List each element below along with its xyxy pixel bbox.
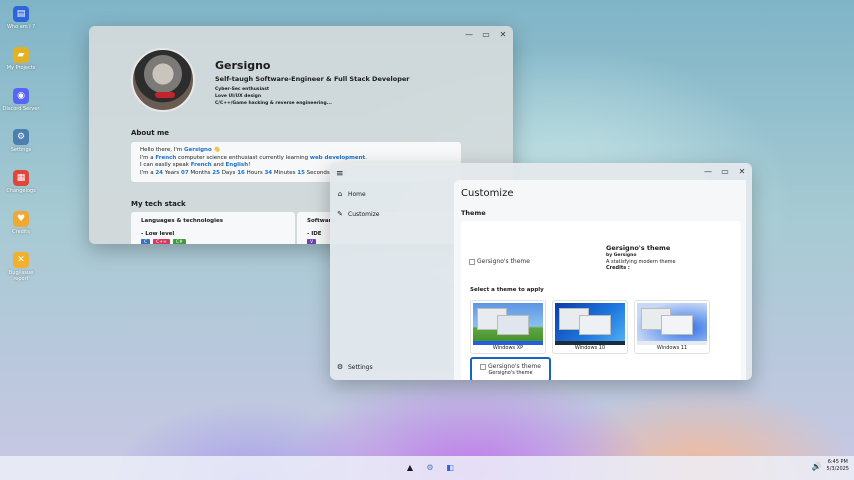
desktop-icons: ▤ Who am I ? ▰ My Projects ◉ Discord Server ⚙ S… [0,6,42,293]
broken-image-icon [469,258,475,265]
desktop-icon[interactable]: ▰ My Projects [0,47,42,88]
app-icon[interactable]: ▲ [403,460,417,474]
broken-image-icon [480,363,487,370]
desktop-icon[interactable]: ⚙ Settings [0,129,42,170]
nav-customize[interactable]: ✎ Customize [336,210,380,218]
desktop-icon[interactable]: ✕ Bug/issue report [0,252,42,293]
select-theme-heading: Select a theme to apply [470,287,544,293]
close-button[interactable]: ✕ [738,167,746,176]
sidebar: ≡ ⌂ Home ✎ Customize ⚙ Settings [330,163,453,380]
desktop-icon-label: Settings [10,147,32,153]
clock[interactable]: 6:45 PM 5/3/2025 [827,459,849,473]
theme-panel: Gersigno's theme Gersigno's theme by Ger… [461,221,741,380]
taskbar: ▲ ⚙ ◧ 🔊 6:45 PM 5/3/2025 [0,456,854,480]
id-icon[interactable]: ◧ [443,460,457,474]
profile-tagline: Self-taugh Software-Engineer & Full Stac… [215,75,410,83]
customize-window: — ▭ ✕ ≡ ⌂ Home ✎ Customize ⚙ Settings Cu… [330,163,752,380]
theme-info: Gersigno's theme by Gersigno A statisfyi… [606,245,676,271]
theme-name: Gersigno's theme [606,244,671,252]
system-tray: 🔊 6:45 PM 5/3/2025 [812,459,849,473]
window-controls: — ▭ ✕ [465,30,507,39]
theme-card-win10[interactable]: Windows 10 [552,300,628,354]
nav-label: Settings [348,363,373,371]
maximize-button[interactable]: ▭ [721,167,729,176]
theme-credits: Credits : [606,265,630,271]
home-icon: ⌂ [337,190,343,198]
desktop-icon-label: My Projects [6,65,36,71]
theme-preview-gersigno: Gersigno's theme [472,363,549,370]
desktop-icon-label: Credits [12,229,30,235]
brush-icon: ✎ [337,210,343,218]
gear-icon: ⚙ [336,363,344,371]
nav-label: Home [348,190,366,198]
changelog-icon: ▦ [13,170,29,186]
minimize-button[interactable]: — [704,167,712,176]
theme-card-label: Gersigno's theme [488,370,533,376]
heart-hand-icon: ♥ [13,211,29,227]
nav-settings[interactable]: ⚙ Settings [336,363,373,371]
tech-heading: My tech stack [131,200,186,208]
theme-card-win11[interactable]: Windows 11 [634,300,710,354]
theme-card-label: Windows 11 [656,345,688,351]
clock-date: 5/3/2025 [826,466,849,472]
badge-list: C C++ C# [141,239,285,244]
theme-preview-xp [473,303,543,345]
customize-content: Customize Theme Gersigno's theme Gersign… [454,180,746,380]
about-heading: About me [131,129,170,137]
theme-preview-win11 [637,303,707,345]
gear-icon: ⚙ [13,129,29,145]
desktop-icon-label: Discord Server [2,106,40,112]
profile-name: Gersigno [215,59,271,72]
profile-line: Cyber-Sec enthusiast [215,87,270,92]
discord-icon: ◉ [13,88,29,104]
theme-card-label: Windows 10 [574,345,606,351]
language-badge: C++ [153,239,170,244]
clock-time: 6:45 PM [827,459,848,465]
theme-card-xp[interactable]: Windows XP [470,300,546,354]
taskbar-apps: ▲ ⚙ ◧ [403,460,457,474]
desktop-icon[interactable]: ▤ Who am I ? [0,6,42,47]
profile-line: C/C++/Game hacking & reverse engineering… [215,101,332,106]
badge-ide: V [307,239,317,244]
volume-icon[interactable]: 🔊 [812,462,822,470]
theme-heading: Theme [461,209,486,217]
tech-card-subtitle: - Low level [141,231,175,237]
profile-line: Love UI/UX design [215,94,262,99]
profile-header: Gersigno Self-taugh Software-Engineer & … [215,59,409,107]
desktop-icon[interactable]: ♥ Credits [0,211,42,252]
folder-icon: ▰ [13,47,29,63]
desktop-icon[interactable]: ◉ Discord Server [0,88,42,129]
theme-image: Gersigno's theme [469,258,530,265]
theme-card-gersigno[interactable]: Gersigno's theme Gersigno's theme [470,357,551,380]
window-controls: — ▭ ✕ [704,167,746,176]
settings-icon[interactable]: ⚙ [423,460,437,474]
nav-label: Customize [348,210,380,218]
language-badge: C# [172,239,186,244]
hamburger-menu-icon[interactable]: ≡ [336,169,344,179]
maximize-button[interactable]: ▭ [482,30,490,39]
tech-card-languages: Languages & technologies - Low level C C+… [131,212,295,244]
desktop-icon-label: Who am I ? [6,24,35,30]
desktop-icon-label: Bug/issue report [8,270,34,282]
close-button[interactable]: ✕ [499,30,507,39]
language-badge: C [141,239,151,244]
theme-card-label: Windows XP [492,345,524,351]
desktop-icon[interactable]: ▦ Changelogs [0,170,42,211]
page-title: Customize [461,188,514,199]
nav-home[interactable]: ⌂ Home [336,190,366,198]
theme-preview-win10 [555,303,625,345]
minimize-button[interactable]: — [465,30,473,39]
tools-icon: ✕ [13,252,29,268]
tech-card-title: Languages & technologies [141,218,223,224]
id-card-icon: ▤ [13,6,29,22]
desktop-icon-label: Changelogs [6,188,36,194]
avatar [131,48,195,112]
